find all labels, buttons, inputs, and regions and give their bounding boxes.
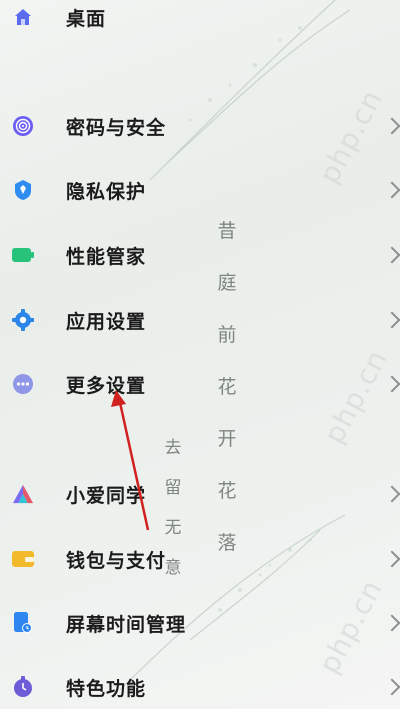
menu-item-label: 屏幕时间管理 bbox=[66, 613, 187, 636]
menu-item-performance[interactable]: 性能管家 bbox=[0, 233, 400, 277]
menu-item-app-settings[interactable]: 应用设置 bbox=[0, 298, 400, 342]
menu-item-wallet-payment[interactable]: 钱包与支付 bbox=[0, 537, 400, 581]
screen-time-icon bbox=[12, 612, 34, 634]
menu-item-label: 性能管家 bbox=[66, 245, 147, 268]
chevron-right-icon bbox=[383, 181, 400, 199]
menu-item-privacy[interactable]: 隐私保护 bbox=[0, 168, 400, 212]
chevron-right-icon bbox=[383, 375, 400, 393]
features-icon bbox=[12, 676, 34, 698]
menu-item-screen-time[interactable]: 屏幕时间管理 bbox=[0, 601, 400, 645]
home-icon bbox=[12, 6, 34, 28]
fingerprint-icon bbox=[12, 115, 34, 137]
chevron-right-icon bbox=[383, 550, 400, 568]
chevron-right-icon bbox=[383, 678, 400, 696]
battery-icon bbox=[12, 244, 34, 266]
chevron-right-icon bbox=[383, 485, 400, 503]
chevron-right-icon bbox=[383, 311, 400, 329]
privacy-shield-icon bbox=[12, 179, 34, 201]
menu-item-label: 应用设置 bbox=[66, 310, 147, 333]
chevron-right-icon bbox=[383, 117, 400, 135]
wallet-icon bbox=[12, 548, 34, 570]
chevron-right-icon bbox=[383, 614, 400, 632]
menu-item-special-features[interactable]: 特色功能 bbox=[0, 665, 400, 709]
menu-item-desktop[interactable]: 桌面 bbox=[0, 0, 400, 39]
menu-item-label: 更多设置 bbox=[66, 374, 147, 397]
menu-item-xiaoai[interactable]: 小爱同学 bbox=[0, 472, 400, 516]
menu-item-label: 桌面 bbox=[66, 7, 107, 30]
menu-item-label: 小爱同学 bbox=[66, 484, 147, 507]
more-dots-icon bbox=[12, 373, 34, 395]
chevron-right-icon bbox=[383, 246, 400, 264]
xiaoai-icon bbox=[12, 483, 34, 505]
menu-item-label: 隐私保护 bbox=[66, 180, 147, 203]
menu-item-label: 密码与安全 bbox=[66, 116, 167, 139]
menu-item-more-settings[interactable]: 更多设置 bbox=[0, 362, 400, 406]
menu-item-password-security[interactable]: 密码与安全 bbox=[0, 104, 400, 148]
gear-icon bbox=[12, 309, 34, 331]
menu-item-label: 钱包与支付 bbox=[66, 549, 167, 572]
menu-item-label: 特色功能 bbox=[66, 677, 147, 700]
